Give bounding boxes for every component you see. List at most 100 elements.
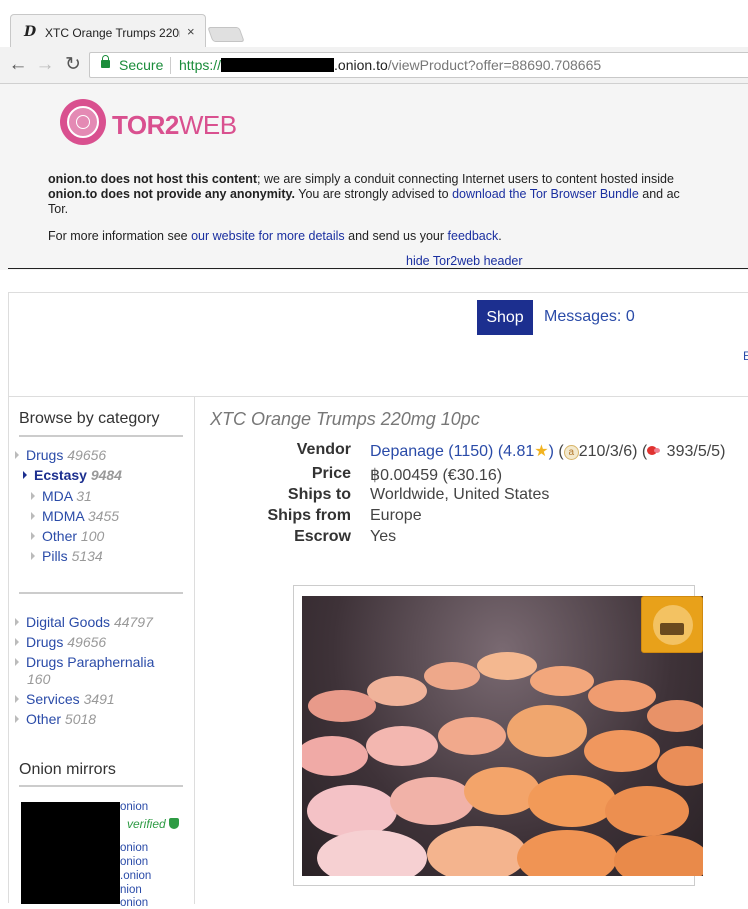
back-arrow-icon[interactable]: ←: [7, 54, 29, 76]
redacted-mirrors-block: [21, 802, 120, 904]
lock-icon: [101, 55, 110, 68]
mirror-link[interactable]: .onion: [120, 870, 151, 882]
top-category-other[interactable]: Other 5018: [15, 711, 96, 727]
caret-icon: [15, 695, 19, 703]
disclaimer-line-1: onion.to does not host this content; we …: [48, 172, 680, 187]
url-text[interactable]: https:// .onion.to/viewProduct?offer=8869…: [179, 57, 601, 73]
mirror-link[interactable]: onion: [120, 856, 148, 868]
tab-title: XTC Orange Trumps 220mg 10pc: [45, 26, 180, 40]
browser-tab[interactable]: D XTC Orange Trumps 220mg 10pc ×: [10, 14, 206, 47]
messages-link[interactable]: Messages: 0: [544, 308, 635, 326]
top-category-digital-goods[interactable]: Digital Goods 44797: [15, 614, 153, 630]
category-drugs[interactable]: Drugs 49656: [15, 447, 106, 463]
category-label: Drugs Paraphernalia: [26, 654, 155, 670]
tow-truck-logo-icon: [641, 596, 703, 653]
vendor-link[interactable]: Depanage (1150): [370, 443, 493, 460]
caret-icon: [15, 618, 19, 626]
caret-icon: [23, 471, 27, 479]
shop-button[interactable]: Shop: [477, 300, 533, 335]
address-bar[interactable]: Secure https:// .onion.to/viewProduct?off…: [89, 52, 748, 78]
verified-badge: verified: [127, 817, 179, 831]
more-info-line: For more information see our website for…: [48, 229, 502, 243]
stats-a-open: (: [558, 443, 564, 460]
more-prefix: For more information see: [48, 229, 192, 243]
hide-tor2web-header-link[interactable]: hide Tor2web header: [406, 254, 523, 268]
category-group-rule: [19, 592, 183, 594]
tor2web-header: TOR2WEB onion.to does not host this cont…: [0, 84, 748, 270]
top-category-paraphernalia-count: 160: [27, 671, 50, 687]
vendor-value: Depanage (1150) (4.81★) (a 210/3/6) ( 393…: [370, 441, 725, 461]
reload-icon[interactable]: ↻: [62, 54, 84, 76]
url-path: /viewProduct?offer=88690.708665: [387, 57, 602, 73]
category-ecstasy[interactable]: Ecstasy 9484: [23, 467, 122, 483]
caret-icon: [15, 451, 19, 459]
caret-icon: [31, 512, 35, 520]
tor2web-disclaimer: onion.to does not host this content; we …: [48, 172, 680, 217]
market-page: Shop Messages: 0 E Browse by category Dr…: [8, 292, 748, 909]
category-count: 44797: [113, 614, 153, 630]
category-label: Services: [26, 691, 80, 707]
category-label: Other: [42, 528, 78, 544]
vendor-stats-a: 210/3/6): [578, 443, 638, 460]
mirror-link[interactable]: nion: [120, 884, 142, 896]
more-mid: and send us your: [344, 229, 448, 243]
truncated-nav-link[interactable]: E: [743, 349, 748, 363]
product-title: XTC Orange Trumps 220mg 10pc: [210, 409, 480, 429]
top-category-drugs[interactable]: Drugs 49656: [15, 634, 106, 650]
shield-check-icon: [168, 818, 179, 829]
category-label: Ecstasy: [34, 467, 87, 483]
close-tab-icon[interactable]: ×: [187, 24, 195, 39]
top-category-services[interactable]: Services 3491: [15, 691, 115, 707]
product-image-frame[interactable]: [293, 585, 703, 886]
category-mdma[interactable]: MDMA 3455: [31, 508, 119, 524]
mirror-link[interactable]: onion: [120, 842, 148, 854]
mirror-link[interactable]: onion: [120, 801, 148, 813]
category-count: 5134: [71, 548, 103, 564]
sidebar: Browse by category Drugs 49656 Ecstasy 9…: [9, 397, 195, 909]
feedback-link[interactable]: feedback: [448, 229, 499, 243]
price-value: ฿0.00459 (€30.16): [370, 467, 503, 484]
redacted-url-block: [221, 58, 335, 72]
wordmark-prefix: TOR2: [112, 110, 179, 140]
download-tor-link[interactable]: download the Tor Browser Bundle: [452, 187, 639, 201]
site-favicon: D: [24, 24, 37, 40]
mirrors-heading: Onion mirrors: [19, 761, 116, 778]
category-other[interactable]: Other 100: [31, 528, 104, 544]
caret-icon: [31, 552, 35, 560]
category-count: 9484: [90, 467, 122, 483]
url-host: .onion.to: [334, 57, 388, 73]
disclaimer-2-rest: You are strongly advised to: [295, 187, 453, 201]
ships-from-label: Ships from: [267, 507, 351, 524]
escrow-value: Yes: [370, 528, 397, 545]
address-separator: [170, 57, 171, 74]
globe-icon: [76, 115, 90, 129]
category-count: 100: [80, 528, 105, 544]
caret-icon: [15, 658, 19, 666]
disclaimer-2-bold: onion.to does not provide any anonymity.: [48, 187, 296, 201]
top-category-paraphernalia[interactable]: Drugs Paraphernalia: [15, 654, 154, 670]
tor2web-wordmark: TOR2WEB: [112, 110, 237, 141]
forward-arrow-icon[interactable]: →: [34, 54, 56, 76]
ships-from-value: Europe: [370, 507, 422, 524]
price-label: Price: [311, 465, 351, 482]
ships-to-label: Ships to: [287, 486, 351, 503]
mirrors-heading-rule: [19, 785, 183, 787]
browser-tabstrip: D XTC Orange Trumps 220mg 10pc ×: [0, 0, 748, 47]
caret-icon: [31, 492, 35, 500]
vendor-stats-b: 393/5/5): [662, 443, 726, 460]
category-mda[interactable]: MDA 31: [31, 488, 92, 504]
mirror-link[interactable]: onion: [120, 897, 148, 909]
category-label: Drugs: [26, 447, 64, 463]
vendor-rating[interactable]: (4.81: [498, 443, 534, 460]
disclaimer-line-3: Tor.: [48, 202, 69, 216]
tor2web-logo-ring: [67, 106, 99, 138]
category-label: Drugs: [26, 634, 64, 650]
category-pills[interactable]: Pills 5134: [31, 548, 103, 564]
website-details-link[interactable]: our website for more details: [191, 229, 345, 243]
more-end: .: [498, 229, 502, 243]
new-tab-button[interactable]: [207, 27, 245, 42]
browse-heading-rule: [19, 435, 183, 437]
category-count: 160: [27, 671, 51, 687]
category-count: 5018: [64, 711, 97, 727]
browser-toolbar: ← → ↻ Secure https:// .onion.to/viewProdu…: [0, 47, 748, 84]
